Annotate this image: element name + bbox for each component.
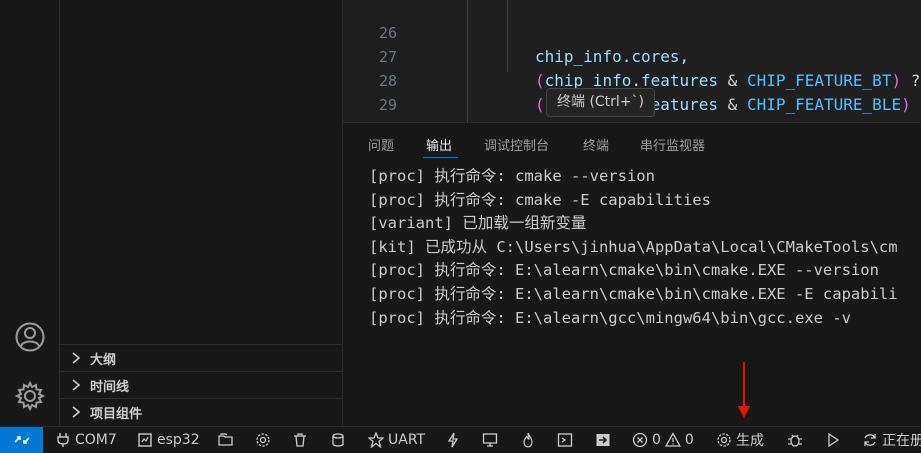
port-label: COM7 [75, 432, 117, 448]
chevron-right-icon [68, 377, 84, 393]
output-line: [proc] 执行命令: E:\alearn\gcc\mingw64\bin\g… [369, 308, 851, 327]
flame-icon [523, 432, 533, 448]
terminal-icon [557, 433, 573, 447]
play-icon [828, 432, 840, 448]
problems-indicator[interactable]: 0 0 [632, 427, 694, 453]
cmake-status-label: 正在册 [882, 433, 921, 449]
monitor-button[interactable] [482, 427, 498, 453]
output-log[interactable]: [proc] 执行命令: cmake --version [proc] 执行命令… [369, 165, 921, 330]
tab-terminal[interactable]: 终端 [583, 135, 609, 154]
build-label: 生成 [736, 433, 764, 449]
sidebar-section-project-components[interactable]: 项目组件 [60, 398, 343, 425]
build-button[interactable]: 生成 [716, 427, 764, 453]
chevron-right-icon [68, 404, 84, 420]
sidebar-section-label: 大纲 [90, 352, 117, 368]
sync-icon [864, 434, 876, 446]
annotation-arrow-icon [736, 362, 752, 420]
terminal-button[interactable] [557, 427, 573, 453]
status-bar: COM7 esp32 UART 0 0 生成 正在册 [0, 426, 921, 453]
warning-count: 0 [684, 432, 694, 448]
sdk-config-button[interactable] [218, 427, 234, 453]
output-line: [variant] 已加载一组新变量 [369, 214, 587, 233]
chip-icon [138, 433, 152, 447]
plug-icon [57, 433, 69, 447]
code-line-28: 28 (chip_info.features & CHIP_FEATURE_BL… [343, 45, 921, 114]
debug-button[interactable] [787, 427, 803, 453]
output-line: [kit] 已成功从 C:\Users\jinhua\AppData\Local… [369, 237, 898, 256]
output-line: [proc] 执行命令: E:\alearn\cmake\bin\cmake.E… [369, 284, 898, 303]
erase-flash-button[interactable] [330, 427, 346, 453]
launch-button[interactable] [825, 427, 841, 453]
output-line: [proc] 执行命令: cmake -E capabilities [369, 190, 711, 209]
target-selector[interactable]: esp32 [137, 427, 200, 453]
database-icon [332, 433, 344, 447]
star-icon [368, 432, 384, 448]
tab-problems[interactable]: 问题 [368, 135, 394, 154]
sidebar-section-outline[interactable]: 大纲 [60, 344, 343, 371]
remote-button[interactable] [0, 427, 43, 453]
gear-icon[interactable] [13, 379, 47, 413]
serial-port-selector[interactable]: COM7 [55, 427, 117, 453]
monitor-icon [482, 433, 498, 447]
flash-button[interactable] [445, 427, 461, 453]
flash-method-selector[interactable]: UART [368, 427, 425, 453]
tab-output[interactable]: 输出 [426, 135, 452, 154]
chevron-right-icon [68, 350, 84, 366]
tab-serial-monitor[interactable]: 串行监视器 [640, 135, 705, 154]
output-line: [proc] 执行命令: E:\alearn\cmake\bin\cmake.E… [369, 261, 879, 280]
cmake-status[interactable]: 正在册 [862, 427, 921, 453]
full-clean-button[interactable] [292, 427, 308, 453]
lightning-icon [447, 432, 459, 448]
warning-icon [664, 432, 681, 447]
sidebar-section-label: 项目组件 [90, 406, 143, 422]
target-label: esp32 [157, 432, 200, 448]
flash-method-label: UART [388, 432, 426, 448]
folders-icon [218, 433, 233, 446]
code-line-27: 27 (chip_info.features & CHIP_FEATURE_BT… [343, 21, 921, 90]
error-icon [632, 432, 648, 448]
terminal-tooltip: 终端 (Ctrl+`) [546, 88, 656, 117]
account-icon[interactable] [13, 320, 47, 354]
side-bar: 大纲 时间线 项目组件 [60, 0, 343, 426]
run-task-button[interactable] [595, 427, 611, 453]
error-count: 0 [652, 432, 661, 448]
trash-icon [294, 433, 306, 447]
active-tab-indicator [423, 157, 458, 158]
arrow-box-icon [596, 434, 610, 446]
sidebar-section-label: 时间线 [90, 379, 130, 395]
gear-icon [256, 433, 270, 447]
build-flash-monitor-button[interactable] [520, 427, 536, 453]
output-line: [proc] 执行命令: cmake --version [369, 167, 655, 185]
panel-tabs: 问题 输出 调试控制台 终端 串行监视器 [343, 123, 921, 165]
menuconfig-button[interactable] [255, 427, 271, 453]
sidebar-section-timeline[interactable]: 时间线 [60, 371, 343, 398]
activity-bar [0, 0, 60, 426]
remote-icon [13, 436, 30, 444]
code-line-26: 26 chip_info.cores, [343, 0, 921, 66]
bottom-panel: 问题 输出 调试控制台 终端 串行监视器 [proc] 执行命令: cmake … [343, 122, 921, 426]
tab-debug-console[interactable]: 调试控制台 [484, 135, 549, 154]
gear-icon [717, 433, 731, 447]
bug-icon [788, 434, 802, 447]
